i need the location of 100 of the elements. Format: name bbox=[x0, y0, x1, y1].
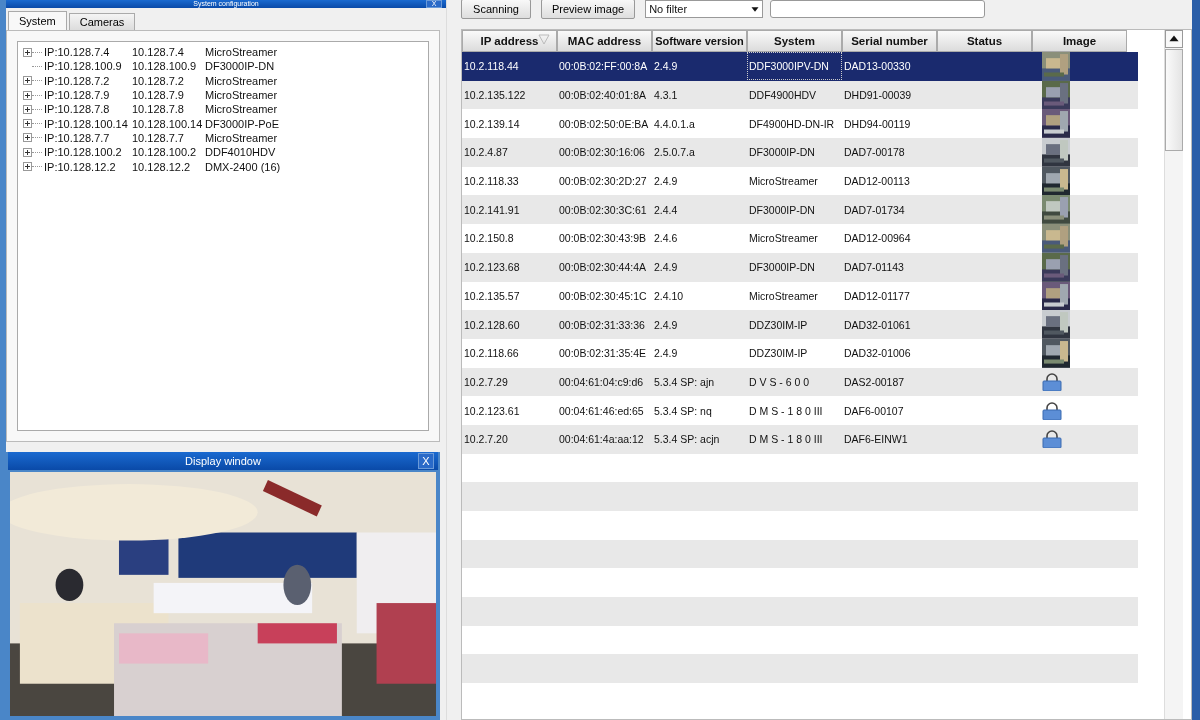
search-field[interactable] bbox=[770, 0, 986, 18]
toolbar-button[interactable]: Preview image bbox=[541, 0, 636, 19]
window-title: Display window bbox=[185, 455, 261, 467]
table-row[interactable]: 10.2.128.60 00:0B:02:31:33:36 2.4.9 DDZ30IM-IP DAD32-01061 bbox=[462, 310, 1138, 339]
table-cell-text: 10.2.150.8 bbox=[463, 232, 515, 245]
table-cell-text: 00:0B:02:31:33:36 bbox=[558, 318, 646, 331]
table-cell-text: DAD32-01006 bbox=[843, 347, 912, 360]
table-row[interactable]: 10.2.123.68 00:0B:02:30:44:4A 2.4.9 DF3000IP-DN DAD7-01143 bbox=[462, 252, 1138, 282]
table-cell-text: MicroStreamer bbox=[748, 232, 819, 245]
table-cell-text: 2.4.9 bbox=[653, 318, 679, 331]
expand-icon[interactable] bbox=[23, 47, 32, 57]
tree-item[interactable]: IP:10.128.100.2 bbox=[44, 146, 132, 159]
table-cell: DDF3000IPV-DN bbox=[747, 52, 842, 81]
table-cell-text: DF3000IP-DN bbox=[748, 261, 816, 274]
table-cell-text: DDZ30IM-IP bbox=[748, 347, 809, 360]
table-row[interactable]: 10.2.118.44 00:0B:02:FF:00:8A 2.4.9 DDF3000IPV-DN DAD13-00330 bbox=[462, 52, 1138, 81]
tree-model: DDF4010HDV bbox=[205, 146, 276, 159]
tree-model: DF3000IP-DN bbox=[205, 60, 275, 73]
table-cell-text: 10.2.123.68 bbox=[463, 261, 521, 274]
tab[interactable]: System bbox=[8, 11, 67, 30]
tree-address: 10.128.7.7 bbox=[132, 131, 185, 144]
table-row[interactable]: 10.2.7.29 00:04:61:04:c9:d6 5.3.4 SP: ajn D V S - 6 0 0 DAS2-00187 bbox=[462, 367, 1138, 397]
table-cell-text: 00:04:61:4a:aa:12 bbox=[558, 433, 645, 446]
table-cell-text: DF3000IP-DN bbox=[748, 203, 816, 216]
table-cell-text: 5.3.4 SP: acjn bbox=[653, 433, 721, 446]
table-cell-text: DF4900HD-DN-IR bbox=[748, 117, 836, 130]
tree-model: MicroStreamer bbox=[205, 46, 278, 59]
table-cell-text: D V S - 6 0 0 bbox=[748, 375, 811, 388]
toolbar-button[interactable]: Scanning bbox=[461, 0, 531, 19]
table-cell-text: D M S - 1 8 0 III bbox=[748, 404, 824, 417]
table-cell-text: 10.2.128.60 bbox=[463, 318, 521, 331]
table-cell-text: 10.2.7.20 bbox=[463, 433, 509, 446]
table-cell-text: DDF4900HDV bbox=[748, 89, 818, 102]
table-cell-text: 10.2.135.57 bbox=[463, 289, 521, 302]
column-header[interactable]: IP address bbox=[462, 30, 557, 52]
tree-model: MicroStreamer bbox=[205, 131, 278, 144]
table-cell-text: 2.4.9 bbox=[653, 60, 679, 73]
table-cell-text: 00:04:61:04:c9:d6 bbox=[558, 375, 645, 388]
table-cell-text: 4.3.1 bbox=[653, 89, 679, 102]
lock-icon bbox=[1042, 401, 1062, 420]
table-cell-text: 10.2.118.66 bbox=[463, 347, 520, 360]
expand-icon[interactable] bbox=[23, 90, 32, 100]
tree-item[interactable]: IP:10.128.7.7 bbox=[44, 131, 132, 144]
table-cell-text: 2.4.9 bbox=[653, 347, 679, 360]
tree-address: 10.128.7.9 bbox=[132, 89, 185, 102]
tree-item[interactable]: IP:10.128.7.9 bbox=[44, 89, 132, 102]
expand-icon[interactable] bbox=[23, 147, 32, 157]
tree-address: 10.128.100.9 bbox=[132, 60, 198, 73]
expand-icon[interactable] bbox=[23, 119, 32, 129]
table-cell-text: 00:0B:02:31:35:4E bbox=[558, 347, 647, 360]
expand-icon[interactable] bbox=[23, 133, 32, 143]
tree-address: 10.128.7.4 bbox=[132, 46, 185, 59]
scrollbar[interactable] bbox=[1164, 30, 1183, 719]
column-header[interactable]: Serial number bbox=[842, 30, 937, 52]
lock-icon bbox=[1042, 372, 1062, 391]
expand-icon[interactable] bbox=[23, 76, 32, 86]
scrollbar-thumb[interactable] bbox=[1165, 49, 1183, 151]
table-cell-text: 10.2.7.29 bbox=[463, 375, 509, 388]
column-header[interactable]: Software version bbox=[652, 30, 747, 52]
table-cell-text: DAD12-00113 bbox=[843, 175, 911, 188]
table-row[interactable]: 10.2.4.87 00:0B:02:30:16:06 2.5.0.7.a DF3000IP-DN DAD7-00178 bbox=[462, 138, 1138, 167]
tree-item[interactable]: IP:10.128.7.4 bbox=[44, 46, 132, 59]
close-button[interactable]: X bbox=[418, 453, 434, 469]
table-cell-text: DAD13-00330 bbox=[843, 60, 912, 73]
column-header[interactable]: System bbox=[747, 30, 842, 52]
table-row[interactable]: 10.2.141.91 00:0B:02:30:3C:61 2.4.4 DF3000IP-DN DAD7-01734 bbox=[462, 195, 1138, 225]
tree-address: 10.128.100.2 bbox=[132, 146, 198, 159]
table-cell-text: DDZ30IM-IP bbox=[748, 318, 809, 331]
expand-icon[interactable] bbox=[23, 104, 32, 114]
filter-dropdown[interactable]: No filter bbox=[645, 0, 764, 18]
tree-item[interactable]: IP:10.128.7.2 bbox=[44, 74, 132, 87]
table-cell-text: DAD7-01143 bbox=[843, 261, 905, 274]
table-cell-text: DAD7-00178 bbox=[843, 146, 906, 159]
table-cell-text: 00:0B:02:30:43:9B bbox=[558, 232, 647, 245]
table-cell-text: DHD94-00119 bbox=[843, 117, 912, 130]
column-header[interactable]: Image bbox=[1032, 30, 1127, 52]
scroll-up-icon[interactable] bbox=[1165, 30, 1183, 48]
table-cell-text: DF3000IP-DN bbox=[748, 146, 816, 159]
tree-item[interactable]: IP:10.128.100.14 bbox=[44, 117, 132, 130]
table-row[interactable]: 10.2.135.122 00:0B:02:40:01:8A 4.3.1 DDF4900HDV DHD91-00039 bbox=[462, 80, 1138, 110]
tree-model: DMX-2400 (16) bbox=[205, 160, 281, 173]
expand-icon[interactable] bbox=[23, 162, 32, 171]
table-cell-text: 00:0B:02:40:01:8A bbox=[558, 89, 647, 102]
table-cell-text: DAF6-00107 bbox=[843, 404, 905, 417]
table-cell-text: 00:0B:02:30:16:06 bbox=[558, 146, 646, 159]
table-row[interactable]: 10.2.7.20 00:04:61:4a:aa:12 5.3.4 SP: acjn D M S - 1 8 0 III DAF6-EINW1 bbox=[462, 424, 1138, 454]
table-cell-text: MicroStreamer bbox=[748, 175, 819, 188]
tab[interactable]: Cameras bbox=[68, 13, 136, 30]
tree-address: 10.128.100.14 bbox=[132, 117, 204, 130]
tree-item[interactable]: IP:10.128.100.9 bbox=[44, 60, 132, 73]
table-cell-text: DAD12-00964 bbox=[843, 232, 912, 245]
tree-item[interactable]: IP:10.128.12.2 bbox=[44, 160, 132, 173]
table-cell-text: 00:0B:02:30:44:4A bbox=[558, 261, 647, 274]
column-header[interactable]: Status bbox=[937, 30, 1032, 52]
tree-item[interactable]: IP:10.128.7.8 bbox=[44, 103, 132, 116]
table-cell-text: MicroStreamer bbox=[748, 289, 819, 302]
table-cell-text: 10.2.139.14 bbox=[463, 117, 521, 130]
table-cell-text: 10.2.135.122 bbox=[463, 89, 527, 102]
column-header[interactable]: MAC address bbox=[557, 30, 652, 52]
table-cell-text: 2.5.0.7.a bbox=[653, 146, 696, 159]
